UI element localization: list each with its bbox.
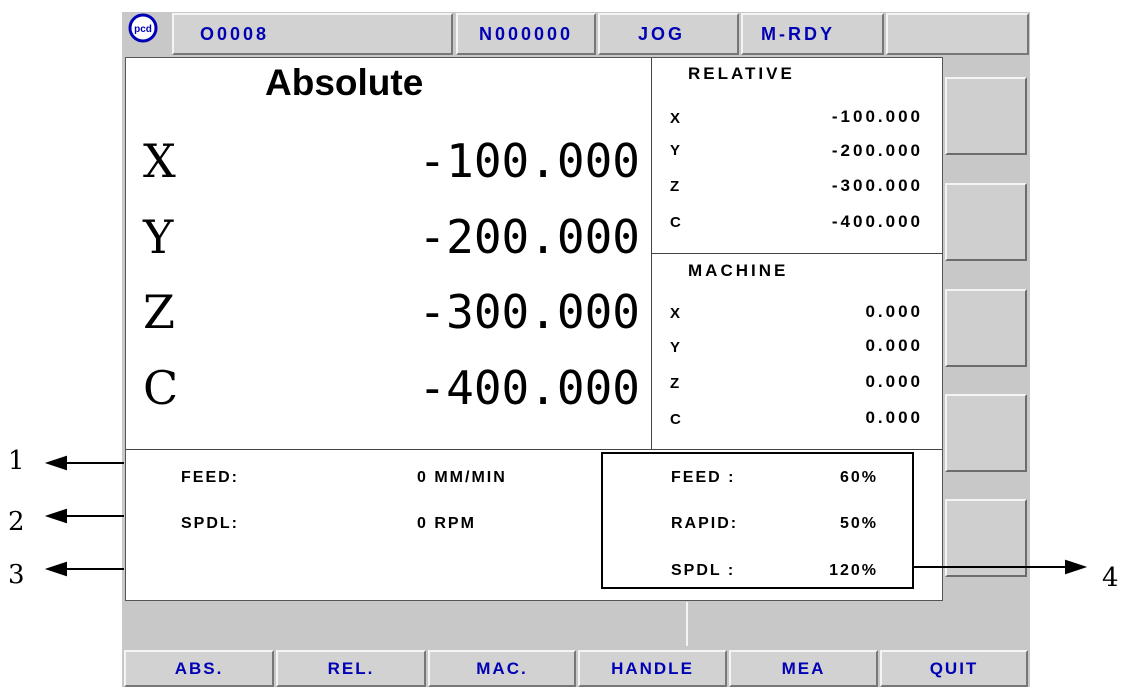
callout-arrowhead-2 [44, 508, 67, 524]
callout-arrowhead-4 [1065, 559, 1088, 575]
callout-arrows [44, 455, 1088, 577]
callout-arrowhead-3 [44, 561, 67, 577]
callout-arrowhead-1 [44, 455, 67, 471]
